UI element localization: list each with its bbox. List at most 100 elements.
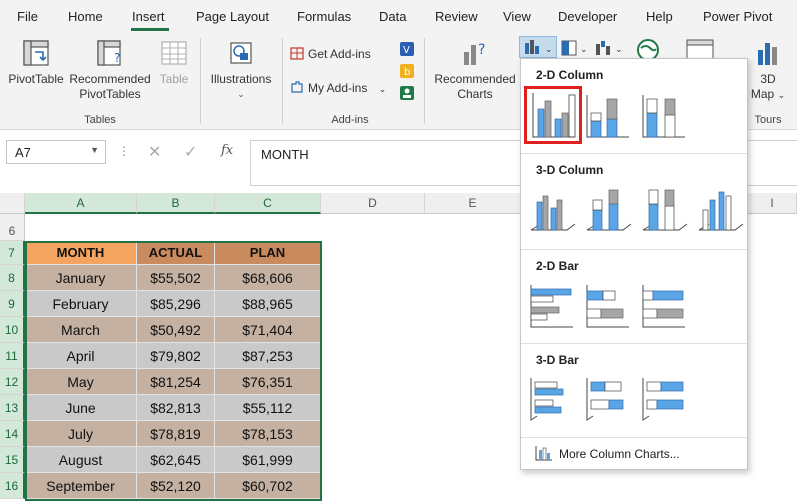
month-cell[interactable]: May	[25, 369, 137, 395]
svg-text:⌄: ⌄	[615, 45, 623, 55]
row-header-6[interactable]: 6	[0, 214, 25, 241]
plan-cell[interactable]: $68,606	[215, 265, 321, 291]
3d-clustered-column-option[interactable]	[527, 184, 577, 234]
row-header-15[interactable]: 15	[0, 447, 25, 473]
menu-review[interactable]: Review	[435, 9, 478, 24]
name-box[interactable]: A7 ▼	[6, 140, 106, 164]
menu-insert[interactable]: Insert	[132, 9, 165, 24]
pivot-table-label: PivotTable	[8, 72, 64, 86]
plan-cell[interactable]: $55,112	[215, 395, 321, 421]
actual-cell[interactable]: $82,813	[137, 395, 215, 421]
row-header-11[interactable]: 11	[0, 343, 25, 369]
actual-cell[interactable]: $55,502	[137, 265, 215, 291]
illustrations-button[interactable]: Illustrations ⌄	[206, 38, 276, 102]
confirm-icon[interactable]: ✓	[184, 142, 197, 162]
row-header-12[interactable]: 12	[0, 369, 25, 395]
3d-stacked-bar-option[interactable]	[583, 374, 633, 424]
actual-cell[interactable]: $81,254	[137, 369, 215, 395]
people-graph-icon[interactable]	[400, 86, 414, 105]
header-cell-plan[interactable]: PLAN	[215, 241, 321, 265]
row-header-7[interactable]: 7	[0, 241, 25, 265]
clustered-bar-option[interactable]	[527, 281, 577, 331]
plan-cell[interactable]: $76,351	[215, 369, 321, 395]
addins-group-label: Add-ins	[331, 114, 369, 126]
actual-cell[interactable]: $85,296	[137, 291, 215, 317]
row-header-14[interactable]: 14	[0, 421, 25, 447]
month-cell[interactable]: June	[25, 395, 137, 421]
menu-formulas[interactable]: Formulas	[297, 9, 351, 24]
month-cell[interactable]: January	[25, 265, 137, 291]
column-header-a[interactable]: A	[25, 193, 137, 214]
month-cell[interactable]: September	[25, 473, 137, 499]
column-header-b[interactable]: B	[137, 193, 215, 214]
recommended-charts-icon: ?	[464, 42, 485, 65]
row-header-9[interactable]: 9	[0, 291, 25, 317]
chevron-down-icon[interactable]: ▼	[90, 145, 99, 155]
month-cell[interactable]: March	[25, 317, 137, 343]
ribbon-separator	[200, 38, 201, 124]
menu-developer[interactable]: Developer	[558, 9, 617, 24]
menu-home[interactable]: Home	[68, 9, 103, 24]
column-header-e[interactable]: E	[425, 193, 521, 214]
menu-view[interactable]: View	[503, 9, 531, 24]
3d-column-icon	[698, 191, 744, 231]
plan-cell[interactable]: $78,153	[215, 421, 321, 447]
column-header-d[interactable]: D	[321, 193, 425, 214]
actual-cell[interactable]: $78,819	[137, 421, 215, 447]
visio-icon[interactable]: V	[400, 42, 414, 61]
plan-cell[interactable]: $61,999	[215, 447, 321, 473]
month-cell[interactable]: February	[25, 291, 137, 317]
row-header-16[interactable]: 16	[0, 473, 25, 499]
plan-cell[interactable]: $88,965	[215, 291, 321, 317]
bing-icon[interactable]: b	[400, 64, 414, 83]
menu-file[interactable]: File	[17, 9, 38, 24]
header-cell-actual[interactable]: ACTUAL	[137, 241, 215, 265]
month-cell[interactable]: April	[25, 343, 137, 369]
menu-help[interactable]: Help	[646, 9, 673, 24]
menu-page-layout[interactable]: Page Layout	[196, 9, 269, 24]
row-header-10[interactable]: 10	[0, 317, 25, 343]
3d-map-button[interactable]: 3D Map ⌄	[748, 38, 788, 103]
my-addins-label: My Add-ins	[308, 81, 368, 95]
actual-cell[interactable]: $52,120	[137, 473, 215, 499]
get-addins-button[interactable]: Get Add-ins	[290, 46, 390, 62]
chevron-down-icon: ⌄	[777, 90, 786, 100]
insert-column-chart-button[interactable]: ⌄	[519, 36, 557, 58]
actual-cell[interactable]: $62,645	[137, 447, 215, 473]
month-cell[interactable]: July	[25, 421, 137, 447]
table-button[interactable]: Table	[156, 38, 192, 87]
recommended-charts-button[interactable]: ? Recommended Charts	[432, 38, 518, 102]
row-header-13[interactable]: 13	[0, 395, 25, 421]
plan-cell[interactable]: $87,253	[215, 343, 321, 369]
clustered-column-option[interactable]	[524, 86, 582, 144]
plan-cell[interactable]: $71,404	[215, 317, 321, 343]
cancel-icon[interactable]: ✕	[148, 142, 161, 162]
store-icon	[290, 46, 304, 60]
column-header-c[interactable]: C	[215, 193, 321, 214]
3d-clustered-bar-option[interactable]	[527, 374, 577, 424]
month-cell[interactable]: August	[25, 447, 137, 473]
stacked-column-option[interactable]	[583, 91, 633, 141]
recommended-pivottables-button[interactable]: ? Recommended PivotTables	[68, 38, 152, 102]
my-addins-button[interactable]: My Add-ins ⌄	[290, 80, 394, 97]
3d-column-option[interactable]	[695, 184, 745, 234]
plan-cell[interactable]: $60,702	[215, 473, 321, 499]
insert-function-icon[interactable]: fx	[221, 143, 233, 158]
3d-stacked-column-option[interactable]	[583, 184, 633, 234]
pivot-table-button[interactable]: PivotTable	[6, 38, 66, 87]
select-all-corner[interactable]	[0, 193, 25, 214]
menu-power-pivot[interactable]: Power Pivot	[703, 9, 772, 24]
header-cell-month[interactable]: MONTH	[25, 241, 137, 265]
100-stacked-bar-option[interactable]	[639, 281, 689, 331]
svg-text:?: ?	[478, 42, 485, 58]
3d-100-stacked-bar-option[interactable]	[639, 374, 689, 424]
100-stacked-column-option[interactable]	[639, 91, 689, 141]
menu-data[interactable]: Data	[379, 9, 406, 24]
more-column-charts-link[interactable]: More Column Charts...	[559, 447, 680, 461]
stacked-bar-option[interactable]	[583, 281, 633, 331]
actual-cell[interactable]: $79,802	[137, 343, 215, 369]
actual-cell[interactable]: $50,492	[137, 317, 215, 343]
row-header-8[interactable]: 8	[0, 265, 25, 291]
3d-100-stacked-column-option[interactable]	[639, 184, 689, 234]
column-header-i[interactable]: I	[748, 193, 797, 214]
